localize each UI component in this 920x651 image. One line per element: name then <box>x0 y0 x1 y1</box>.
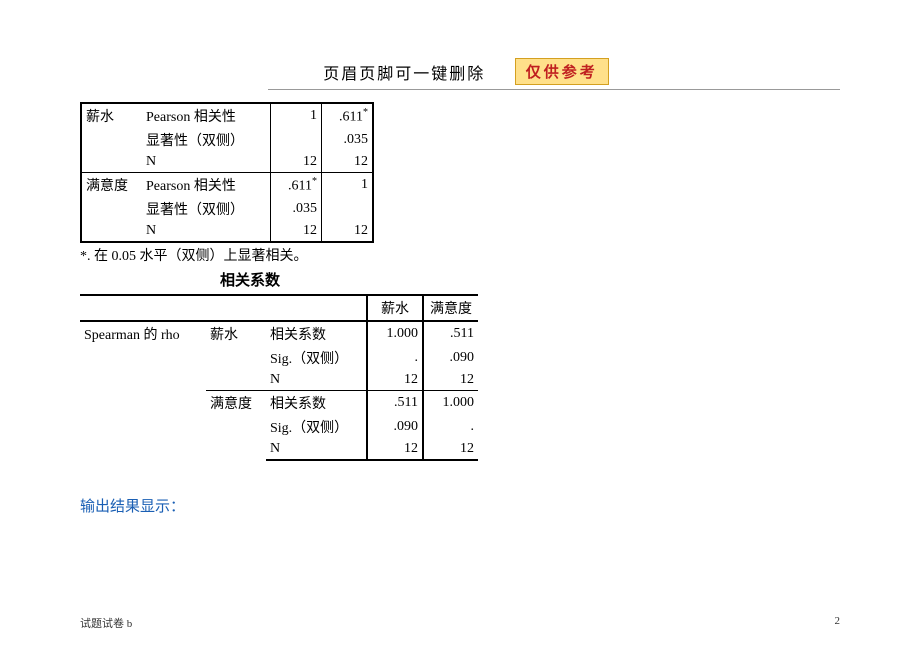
cell: 相关系数 <box>266 321 367 346</box>
pearson-correlation-table: 薪水 Pearson 相关性 1 .611* 显著性（双侧） .035 N 12… <box>80 102 374 243</box>
cell: 12 <box>367 439 423 460</box>
cell: 12 <box>322 152 374 173</box>
cell: Pearson 相关性 <box>142 173 271 198</box>
cell: 相关系数 <box>266 391 367 416</box>
cell: 1 <box>322 173 374 198</box>
page-number: 2 <box>835 615 841 627</box>
cell <box>81 197 142 221</box>
cell: .090 <box>367 415 423 439</box>
footer-left: 试题试卷 b <box>80 618 132 630</box>
spearman-table-title: 相关系数 <box>80 269 420 290</box>
cell: 1.000 <box>423 391 478 416</box>
cell: .035 <box>271 197 322 221</box>
header-rule <box>268 89 840 90</box>
page-header: 页眉页脚可一键删除 仅供参考 <box>0 0 920 96</box>
cell <box>80 295 367 321</box>
table-row: 显著性（双侧） .035 <box>81 128 373 152</box>
cell: .035 <box>322 128 374 152</box>
cell: 12 <box>423 439 478 460</box>
table-row: Spearman 的 rho 薪水 相关系数 1.000 .511 <box>80 321 478 346</box>
cell: 12 <box>367 370 423 391</box>
header-badge: 仅供参考 <box>515 58 609 85</box>
cell: 1 <box>271 103 322 128</box>
cell: 显著性（双侧） <box>142 128 271 152</box>
table-row: N 12 12 <box>81 221 373 242</box>
cell: 薪水 <box>81 103 142 128</box>
cell: N <box>266 439 367 460</box>
cell: Sig.（双侧） <box>266 415 367 439</box>
cell: Sig.（双侧） <box>266 346 367 370</box>
cell: 满意度 <box>206 391 266 461</box>
cell: 12 <box>322 221 374 242</box>
table-row: 显著性（双侧） .035 <box>81 197 373 221</box>
cell: 12 <box>423 370 478 391</box>
table-footnote: *. 在 0.05 水平（双侧）上显著相关。 <box>80 245 920 265</box>
cell: .511 <box>423 321 478 346</box>
cell: 薪水 <box>367 295 423 321</box>
cell: 满意度 <box>81 173 142 198</box>
cell <box>271 128 322 152</box>
cell: 12 <box>271 221 322 242</box>
cell <box>81 152 142 173</box>
cell: N <box>266 370 367 391</box>
page-footer: 试题试卷 b 2 <box>80 615 840 631</box>
table-row: 薪水 Pearson 相关性 1 .611* <box>81 103 373 128</box>
header-text: 页眉页脚可一键删除 <box>311 60 497 84</box>
table-header-row: 薪水 满意度 <box>80 295 478 321</box>
cell: . <box>367 346 423 370</box>
table-row: 满意度 Pearson 相关性 .611* 1 <box>81 173 373 198</box>
cell: .090 <box>423 346 478 370</box>
cell: 薪水 <box>206 321 266 391</box>
cell: 显著性（双侧） <box>142 197 271 221</box>
output-result-label: 输出结果显示： <box>80 495 920 516</box>
cell: N <box>142 221 271 242</box>
cell: Pearson 相关性 <box>142 103 271 128</box>
cell: .511 <box>367 391 423 416</box>
spearman-correlation-table: 薪水 满意度 Spearman 的 rho 薪水 相关系数 1.000 .511… <box>80 294 478 461</box>
cell: Spearman 的 rho <box>80 321 206 460</box>
cell: 1.000 <box>367 321 423 346</box>
cell: . <box>423 415 478 439</box>
cell: 满意度 <box>423 295 478 321</box>
cell: .611* <box>271 173 322 198</box>
cell: 12 <box>271 152 322 173</box>
table-row: N 12 12 <box>81 152 373 173</box>
cell: .611* <box>322 103 374 128</box>
cell <box>81 221 142 242</box>
cell: N <box>142 152 271 173</box>
cell <box>322 197 374 221</box>
cell <box>81 128 142 152</box>
